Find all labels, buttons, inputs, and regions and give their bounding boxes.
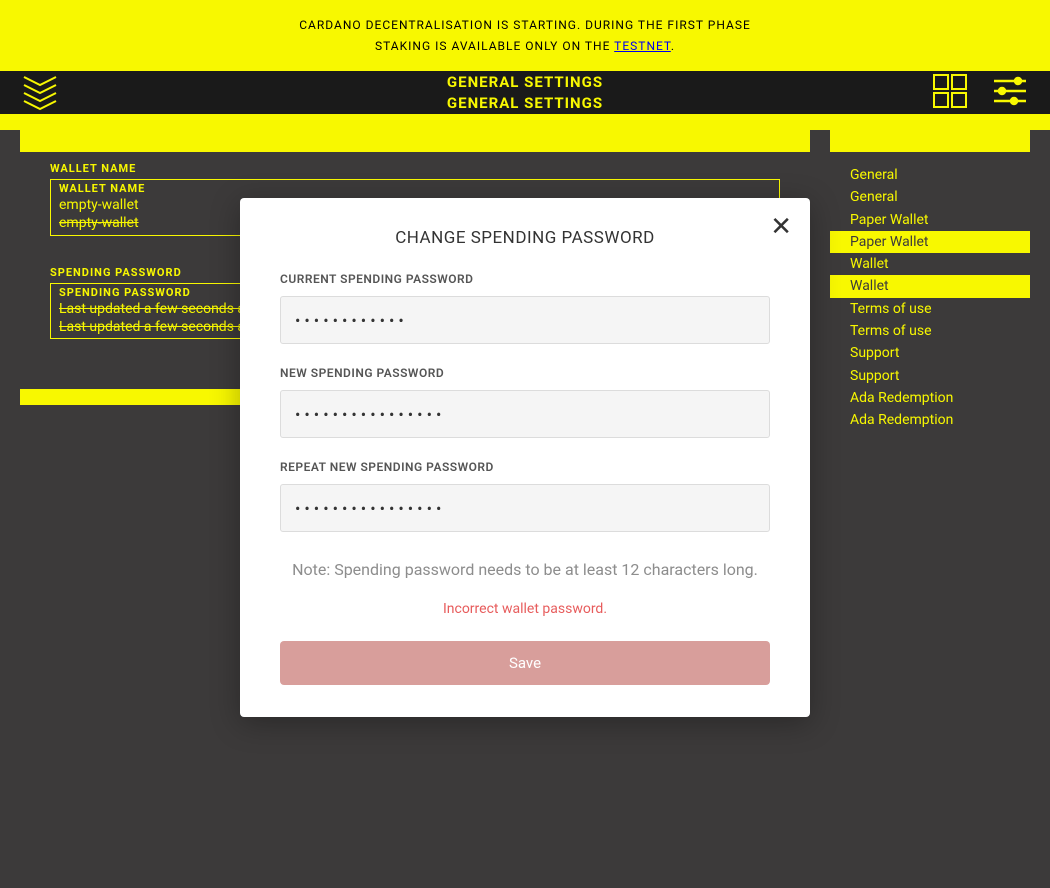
save-button[interactable]: Save xyxy=(280,641,770,685)
modal-title: CHANGE SPENDING PASSWORD xyxy=(280,228,770,248)
repeat-password-input[interactable] xyxy=(280,484,770,532)
modal-overlay: ✕ CHANGE SPENDING PASSWORD CURRENT SPEND… xyxy=(0,0,1050,888)
password-length-note: Note: Spending password needs to be at l… xyxy=(280,560,770,579)
repeat-password-label: REPEAT NEW SPENDING PASSWORD xyxy=(280,460,770,474)
change-password-modal: ✕ CHANGE SPENDING PASSWORD CURRENT SPEND… xyxy=(240,198,810,717)
close-icon[interactable]: ✕ xyxy=(770,214,792,240)
current-password-label: CURRENT SPENDING PASSWORD xyxy=(280,272,770,286)
new-password-label: NEW SPENDING PASSWORD xyxy=(280,366,770,380)
new-password-input[interactable] xyxy=(280,390,770,438)
current-password-input[interactable] xyxy=(280,296,770,344)
password-error-message: Incorrect wallet password. xyxy=(280,601,770,617)
